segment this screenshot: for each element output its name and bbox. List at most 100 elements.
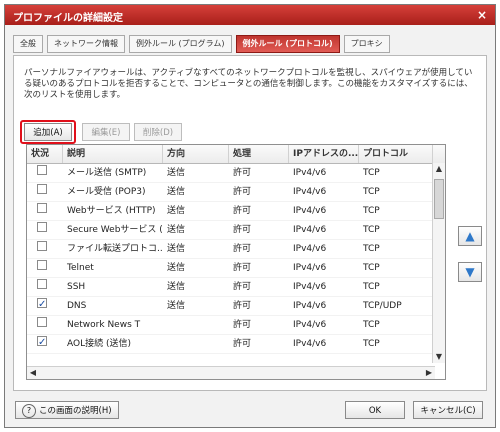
row-checkbox[interactable] (37, 222, 47, 232)
row-checkbox[interactable] (37, 241, 47, 251)
table-row[interactable]: Network News T 許可 IPv4/v6 TCP (27, 316, 445, 335)
row-direction (163, 335, 229, 353)
tab-content-panel: パーソナルファイアウォールは、アクティブなすべてのネットワークプロトコルを監視し… (13, 55, 487, 391)
cancel-button[interactable]: キャンセル(C) (413, 401, 483, 419)
edit-button[interactable]: 編集(E) (82, 123, 130, 141)
row-checkbox[interactable] (37, 203, 47, 213)
row-checkbox[interactable] (37, 297, 47, 314)
tab-general[interactable]: 全般 (13, 35, 43, 53)
table-row[interactable]: Webサービス (HTTP) 送信 許可 IPv4/v6 TCP (27, 202, 445, 221)
scroll-left-arrow-icon[interactable]: ◀ (27, 367, 39, 379)
row-description: AOL接続 (送信) (67, 339, 131, 349)
close-icon[interactable]: × (477, 8, 487, 22)
row-direction: 送信 (167, 187, 186, 197)
column-ip-address[interactable]: IPアドレスの... (289, 145, 359, 163)
row-protocol: TCP (363, 206, 380, 216)
row-checkbox[interactable] (37, 184, 47, 194)
help-icon: ? (22, 403, 36, 418)
column-action[interactable]: 処理 (229, 145, 289, 163)
window-title: プロファイルの詳細設定 (13, 13, 123, 24)
horizontal-scrollbar[interactable]: ◀ ▶ (27, 366, 435, 379)
column-direction[interactable]: 方向 (163, 145, 229, 163)
help-button-label: この画面の説明(H) (39, 406, 112, 416)
scroll-down-arrow-icon[interactable]: ▼ (433, 351, 445, 363)
move-down-button[interactable]: ▼ (458, 262, 482, 282)
row-action: 許可 (233, 206, 252, 216)
row-protocol: TCP (363, 263, 380, 273)
row-description: メール受信 (POP3) (67, 187, 146, 197)
row-protocol: TCP (363, 339, 380, 349)
table-row[interactable]: メール送信 (SMTP) 送信 許可 IPv4/v6 TCP (27, 164, 445, 183)
row-description: Secure Webサービス (... (67, 225, 163, 235)
table-row[interactable]: AOL接続 (送信) 許可 IPv4/v6 TCP (27, 335, 445, 354)
row-direction: 送信 (167, 301, 186, 311)
row-ip: IPv4/v6 (293, 225, 327, 235)
help-button[interactable]: ? この画面の説明(H) (15, 401, 119, 419)
vertical-scrollbar[interactable]: ▲ ▼ (432, 163, 445, 363)
row-ip: IPv4/v6 (293, 263, 327, 273)
row-checkbox[interactable] (37, 317, 47, 327)
row-protocol: TCP (363, 320, 380, 330)
row-action: 許可 (233, 187, 252, 197)
row-protocol: TCP (363, 244, 380, 254)
column-description[interactable]: 説明 (63, 145, 163, 163)
scroll-up-arrow-icon[interactable]: ▲ (433, 163, 445, 175)
vertical-scroll-thumb[interactable] (434, 179, 444, 219)
row-protocol: TCP (363, 187, 380, 197)
row-action: 許可 (233, 225, 252, 235)
row-direction: 送信 (167, 244, 186, 254)
row-protocol: TCP/UDP (363, 301, 402, 311)
row-ip: IPv4/v6 (293, 282, 327, 292)
row-direction: 送信 (167, 168, 186, 178)
row-description: Telnet (67, 263, 94, 273)
protocol-rules-table: 状況 説明 方向 処理 IPアドレスの... プロトコル メール送信 (SMTP… (26, 144, 446, 380)
row-description: Network News T (67, 320, 141, 330)
title-bar: プロファイルの詳細設定 × (5, 5, 495, 25)
row-ip: IPv4/v6 (293, 168, 327, 178)
row-ip: IPv4/v6 (293, 244, 327, 254)
table-header: 状況 説明 方向 処理 IPアドレスの... プロトコル (27, 145, 445, 164)
row-direction (163, 316, 229, 334)
delete-button[interactable]: 削除(D) (134, 123, 182, 141)
row-checkbox[interactable] (37, 335, 47, 352)
row-direction: 送信 (167, 225, 186, 235)
row-action: 許可 (233, 244, 252, 254)
add-button[interactable]: 追加(A) (24, 123, 72, 141)
row-action: 許可 (233, 282, 252, 292)
table-row[interactable]: ファイル転送プロトコ... 送信 許可 IPv4/v6 TCP (27, 240, 445, 259)
row-description: ファイル転送プロトコ... (67, 244, 163, 254)
column-status[interactable]: 状況 (27, 145, 63, 163)
row-checkbox[interactable] (37, 165, 47, 175)
table-row[interactable]: DNS 送信 許可 IPv4/v6 TCP/UDP (27, 297, 445, 316)
row-protocol: TCP (363, 168, 380, 178)
row-protocol: TCP (363, 225, 380, 235)
row-direction: 送信 (167, 206, 186, 216)
row-description: Webサービス (HTTP) (67, 206, 156, 216)
row-description: DNS (67, 301, 87, 311)
row-description: メール送信 (SMTP) (67, 168, 147, 178)
tab-program-rules[interactable]: 例外ルール (プログラム) (129, 35, 232, 53)
row-action: 許可 (233, 263, 252, 273)
row-protocol: TCP (363, 282, 380, 292)
row-action: 許可 (233, 339, 252, 349)
row-action: 許可 (233, 320, 252, 330)
tab-protocol-rules[interactable]: 例外ルール (プロトコル) (235, 35, 340, 53)
row-action: 許可 (233, 168, 252, 178)
row-checkbox[interactable] (37, 279, 47, 289)
row-direction: 送信 (167, 263, 186, 273)
tab-network-info[interactable]: ネットワーク情報 (47, 35, 125, 53)
scroll-right-arrow-icon[interactable]: ▶ (423, 367, 435, 379)
row-ip: IPv4/v6 (293, 206, 327, 216)
ok-button[interactable]: OK (345, 401, 405, 419)
table-row[interactable]: Telnet 送信 許可 IPv4/v6 TCP (27, 259, 445, 278)
tab-strip: 全般 ネットワーク情報 例外ルール (プログラム) 例外ルール (プロトコル) … (13, 35, 390, 53)
table-row[interactable]: SSH 送信 許可 IPv4/v6 TCP (27, 278, 445, 297)
row-checkbox[interactable] (37, 260, 47, 270)
description-text: パーソナルファイアウォールは、アクティブなすべてのネットワークプロトコルを監視し… (24, 68, 473, 100)
table-row[interactable]: メール受信 (POP3) 送信 許可 IPv4/v6 TCP (27, 183, 445, 202)
column-protocol[interactable]: プロトコル (359, 145, 433, 163)
tab-proxy[interactable]: プロキシ (343, 35, 390, 53)
row-description: SSH (67, 282, 86, 292)
table-row[interactable]: Secure Webサービス (... 送信 許可 IPv4/v6 TCP (27, 221, 445, 240)
move-up-button[interactable]: ▲ (458, 226, 482, 246)
